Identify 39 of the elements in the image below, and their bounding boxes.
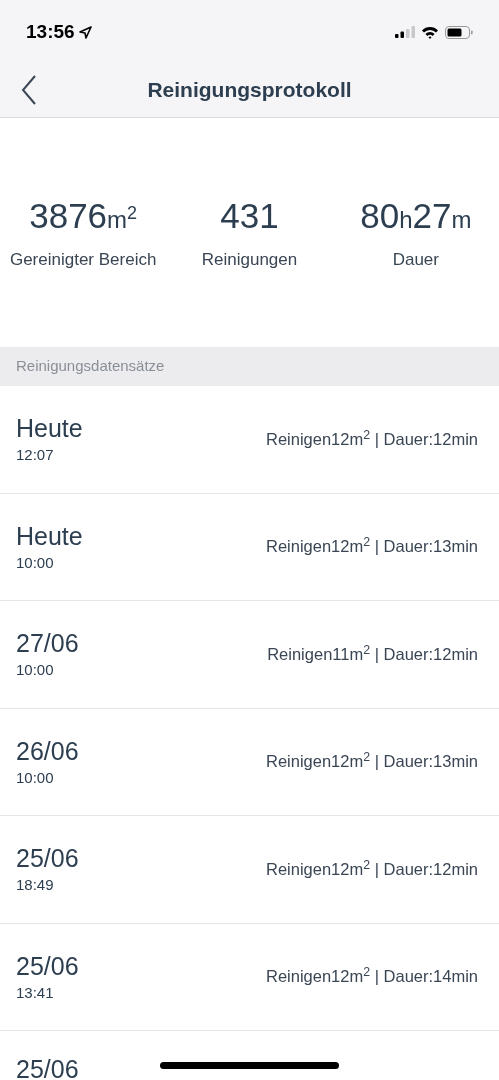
stat-value: 431 <box>220 198 279 234</box>
stat-value: 3876m$^{2}$ <box>29 198 138 234</box>
record-date: 26/06 <box>16 738 79 764</box>
record-date: 25/06 <box>16 1057 79 1080</box>
record-date: 25/06 <box>16 953 79 979</box>
section-title: Reinigungsdatensätze <box>16 356 165 377</box>
record-time: 10:00 <box>16 769 55 785</box>
record-row[interactable]: 26/06 10:00 Reinigen12m$^{2}$ | Dauer:13min <box>0 708 499 816</box>
record-summary: Reinigen12m$^{2}$ | Dauer:12min <box>265 426 478 450</box>
location-arrow-icon <box>78 25 92 39</box>
record-time: 10:00 <box>16 662 55 678</box>
signal-icon <box>395 26 415 38</box>
record-time: 10:00 <box>16 554 55 570</box>
battery-icon <box>445 25 473 39</box>
record-date: 25/06 <box>16 846 79 872</box>
record-time: 13:41 <box>16 984 55 1000</box>
record-row[interactable]: 25/06 18:49 Reinigen12m$^{2}$ | Dauer:12min <box>0 816 499 924</box>
status-time: 13:56 <box>26 19 75 44</box>
stat-value: 80h27m <box>360 198 472 234</box>
record-summary: Reinigen12m$^{2}$ | Dauer:13min <box>265 749 478 773</box>
record-row[interactable]: Heute 10:00 Reinigen12m$^{2}$ | Dauer:13min <box>0 493 499 601</box>
chevron-left-icon <box>21 75 37 105</box>
stat-label: Reinigungen <box>201 249 298 272</box>
record-row[interactable]: 27/06 10:00 Reinigen11m$^{2}$ | Dauer:12min <box>0 601 499 709</box>
record-date: Heute <box>16 523 83 549</box>
record-time: 18:49 <box>16 877 55 893</box>
record-row[interactable]: 25/06 13:41 Reinigen12m$^{2}$ | Dauer:14min <box>0 923 499 1031</box>
stat-label: Gereinigter Bereich <box>9 249 157 272</box>
record-date: Heute <box>16 416 83 442</box>
record-summary: Reinigen11m$^{2}$ | Dauer:12min <box>267 641 478 665</box>
record-summary: Reinigen12m$^{2}$ | Dauer:13min <box>265 534 478 558</box>
stat-label: Dauer <box>392 249 439 272</box>
record-summary: Reinigen12m$^{2}$ | Dauer:12min <box>265 856 478 880</box>
record-date: 27/06 <box>16 631 79 657</box>
record-row[interactable]: Heute 12:07 Reinigen12m$^{2}$ | Dauer:12min <box>0 386 499 494</box>
record-time: 12:07 <box>16 447 55 463</box>
page-title: Reinigungsprotokoll <box>147 76 352 103</box>
wifi-icon <box>421 25 439 39</box>
record-summary: Reinigen12m$^{2}$ | Dauer:14min <box>265 964 478 988</box>
